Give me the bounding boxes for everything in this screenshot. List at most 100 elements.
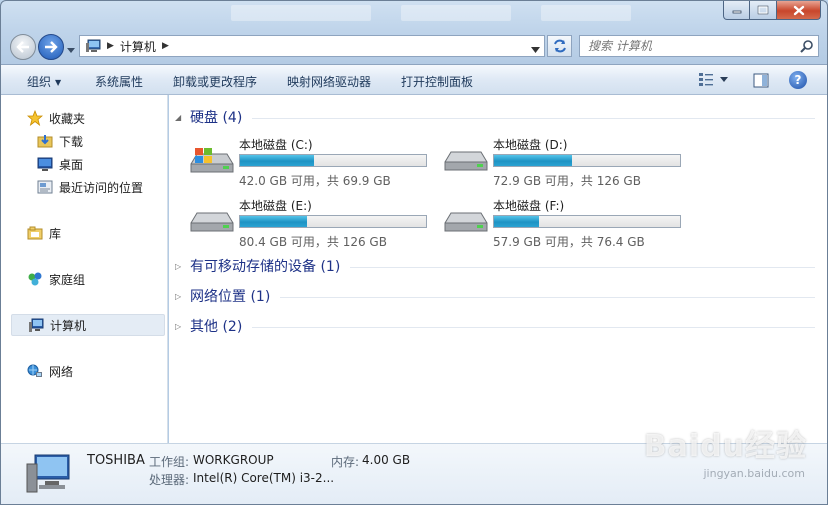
group-other[interactable]: ▷ 其他 (2) — [175, 316, 815, 336]
sidebar-item-desktop[interactable]: 桌面 — [37, 153, 83, 175]
hard-drive-icon — [444, 151, 488, 171]
arrow-right-icon — [45, 41, 58, 53]
background-glass-reflection — [231, 5, 371, 21]
recent-pages-dropdown[interactable] — [67, 42, 75, 56]
group-removable-storage[interactable]: ▷ 有可移动存储的设备 (1) — [175, 256, 815, 276]
drive-usage-fill — [240, 155, 315, 166]
drive-usage-fill — [494, 216, 539, 227]
drive-item[interactable]: 本地磁盘 (C:) 42.0 GB 可用，共 69.9 GB — [187, 136, 437, 188]
homegroup-icon — [28, 272, 42, 286]
preview-pane-button[interactable] — [753, 73, 769, 91]
group-label: 硬盘 (4) — [190, 110, 243, 126]
organize-menu[interactable]: 组织 ▼ — [27, 73, 61, 90]
background-glass-reflection — [541, 5, 631, 21]
arrow-left-icon — [16, 41, 29, 53]
title-bar[interactable] — [1, 1, 827, 31]
back-button[interactable] — [10, 34, 36, 60]
navigation-pane: 收藏夹 下载 桌面 最近访问的位置 库 家庭组 计算机 网络 — [1, 95, 168, 443]
breadcrumb-separator[interactable]: ▶ — [162, 41, 169, 51]
desktop-icon — [37, 157, 53, 171]
sidebar-item-label: 家庭组 — [49, 272, 86, 287]
drive-usage-fill — [240, 216, 307, 227]
preview-pane-icon — [753, 73, 769, 88]
sidebar-item-computer[interactable]: 计算机 — [11, 314, 165, 336]
star-icon — [27, 110, 43, 126]
group-hard-disks[interactable]: ◢ 硬盘 (4) — [175, 107, 815, 127]
drive-name: 本地磁盘 (F:) — [493, 199, 565, 213]
forward-button[interactable] — [38, 34, 64, 60]
memory-label: 内存: — [331, 455, 360, 469]
minimize-button[interactable] — [723, 1, 750, 20]
downloads-folder-icon — [37, 135, 53, 148]
sidebar-item-homegroup[interactable]: 家庭组 — [27, 268, 85, 290]
open-control-panel-button[interactable]: 打开控制面板 — [401, 73, 473, 90]
search-box[interactable] — [579, 35, 819, 57]
map-network-drive-button[interactable]: 映射网络驱动器 — [287, 73, 371, 90]
search-icon[interactable] — [800, 39, 814, 56]
drive-usage-fill — [494, 155, 573, 166]
sidebar-item-label: 下载 — [59, 134, 84, 149]
uninstall-program-button[interactable]: 卸载或更改程序 — [173, 73, 257, 90]
drive-usage-bar — [493, 154, 681, 167]
collapse-triangle-icon: ◢ — [175, 112, 182, 122]
computer-icon — [29, 318, 44, 332]
watermark-url: jingyan.baidu.com — [703, 467, 805, 480]
drive-usage-bar — [493, 215, 681, 228]
drive-free-space: 80.4 GB 可用，共 126 GB — [239, 235, 387, 249]
computer-name: TOSHIBA — [87, 453, 145, 468]
drive-name: 本地磁盘 (D:) — [493, 138, 568, 152]
system-properties-button[interactable]: 系统属性 — [95, 73, 143, 90]
expand-triangle-icon: ▷ — [175, 321, 182, 331]
workgroup-value: WORKGROUP — [193, 453, 274, 467]
group-network-location[interactable]: ▷ 网络位置 (1) — [175, 286, 815, 306]
expand-triangle-icon: ▷ — [175, 291, 182, 301]
organize-label: 组织 — [27, 75, 52, 89]
sidebar-item-label: 最近访问的位置 — [59, 180, 144, 195]
computer-icon — [86, 39, 101, 52]
chevron-down-icon — [720, 76, 728, 82]
drive-name: 本地磁盘 (E:) — [239, 199, 312, 213]
minimize-icon — [732, 10, 741, 14]
close-icon — [793, 5, 804, 15]
drive-usage-bar — [239, 154, 427, 167]
address-bar[interactable]: ▶ 计算机 ▶ — [79, 35, 545, 57]
help-button[interactable]: ? — [789, 71, 807, 89]
chevron-down-icon — [67, 48, 75, 53]
sidebar-item-downloads[interactable]: 下载 — [37, 130, 83, 152]
change-view-button[interactable] — [698, 72, 728, 86]
drive-item[interactable]: 本地磁盘 (F:) 57.9 GB 可用，共 76.4 GB — [441, 197, 691, 249]
sidebar-item-network[interactable]: 网络 — [27, 360, 73, 382]
search-input[interactable] — [588, 39, 788, 53]
address-history-dropdown[interactable] — [531, 42, 540, 56]
expand-triangle-icon: ▷ — [175, 261, 182, 271]
drive-free-space: 57.9 GB 可用，共 76.4 GB — [493, 235, 645, 249]
drive-item[interactable]: 本地磁盘 (D:) 72.9 GB 可用，共 126 GB — [441, 136, 691, 188]
group-label: 有可移动存储的设备 (1) — [190, 259, 341, 275]
chevron-down-icon: ▼ — [55, 78, 62, 87]
sidebar-item-favorites[interactable]: 收藏夹 — [27, 107, 85, 129]
content-pane: ◢ 硬盘 (4) 本地磁盘 (C:) 42.0 GB 可用，共 69.9 GB — [169, 95, 827, 443]
maximize-button[interactable] — [750, 1, 777, 20]
workgroup-label: 工作组: — [149, 455, 190, 469]
drive-name: 本地磁盘 (C:) — [239, 138, 313, 152]
memory-value: 4.00 GB — [362, 453, 411, 467]
group-divider — [252, 326, 815, 328]
close-button[interactable] — [777, 1, 821, 20]
refresh-button[interactable] — [547, 35, 572, 57]
window-controls — [723, 1, 821, 20]
sidebar-item-label: 库 — [49, 226, 62, 241]
libraries-icon — [27, 226, 43, 240]
sidebar-item-recent-places[interactable]: 最近访问的位置 — [37, 176, 143, 198]
drive-item[interactable]: 本地磁盘 (E:) 80.4 GB 可用，共 126 GB — [187, 197, 437, 249]
sidebar-item-label: 网络 — [49, 364, 74, 379]
group-label: 网络位置 (1) — [190, 289, 271, 305]
system-drive-icon — [190, 148, 234, 173]
breadcrumb-separator[interactable]: ▶ — [107, 41, 114, 51]
sidebar-item-libraries[interactable]: 库 — [27, 222, 61, 244]
drive-free-space: 42.0 GB 可用，共 69.9 GB — [239, 174, 391, 188]
question-icon: ? — [794, 73, 802, 87]
network-icon — [27, 364, 42, 377]
computer-icon — [26, 454, 70, 493]
breadcrumb-computer[interactable]: 计算机 — [120, 38, 156, 55]
view-options-icon — [699, 73, 713, 86]
